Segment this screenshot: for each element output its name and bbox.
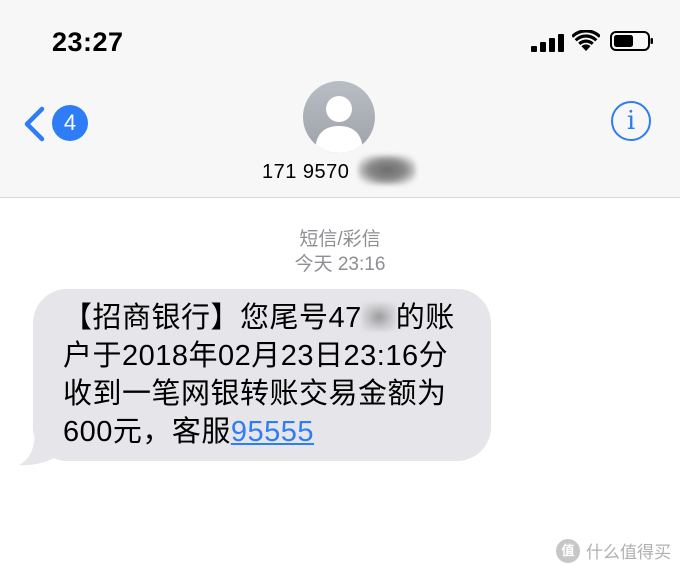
status-time: 23:27 [52, 27, 124, 57]
battery-icon [610, 31, 653, 51]
contact-number[interactable]: 171 9570 [262, 161, 349, 184]
back-button[interactable]: 4 [22, 104, 92, 144]
contact-avatar[interactable] [303, 81, 375, 153]
message-timestamp: 今天 23:16 [294, 254, 386, 275]
phone-number-link[interactable]: 95555 [231, 416, 314, 448]
info-icon[interactable]: i [611, 101, 651, 141]
message-bubble[interactable]: 【招商银行】您尾号47 的账户于2018年02月23日23:16分收到一笔网银转账… [33, 289, 491, 461]
conversation-header: 4 171 9570 i [0, 76, 680, 198]
watermark-logo: 值 [556, 538, 580, 563]
status-bar: 23:27 [0, 0, 680, 76]
watermark: 值 什么值得买 [556, 538, 671, 563]
wifi-icon [572, 30, 600, 51]
message-type-label: 短信/彩信 [299, 229, 381, 250]
redacted-number-blur [358, 155, 416, 185]
message-text: 【招商银行】您尾号47 的账户于2018年02月23日23:16分收到一笔网银转账… [63, 299, 471, 451]
cellular-signal-icon [531, 34, 564, 52]
unread-count-badge: 4 [52, 105, 88, 141]
person-silhouette-icon [315, 96, 363, 153]
message-part1: 【招商银行】您尾号47 [63, 302, 362, 334]
redacted-digits-blur [361, 303, 396, 331]
watermark-text: 什么值得买 [586, 543, 671, 562]
chevron-left-icon [24, 106, 45, 142]
